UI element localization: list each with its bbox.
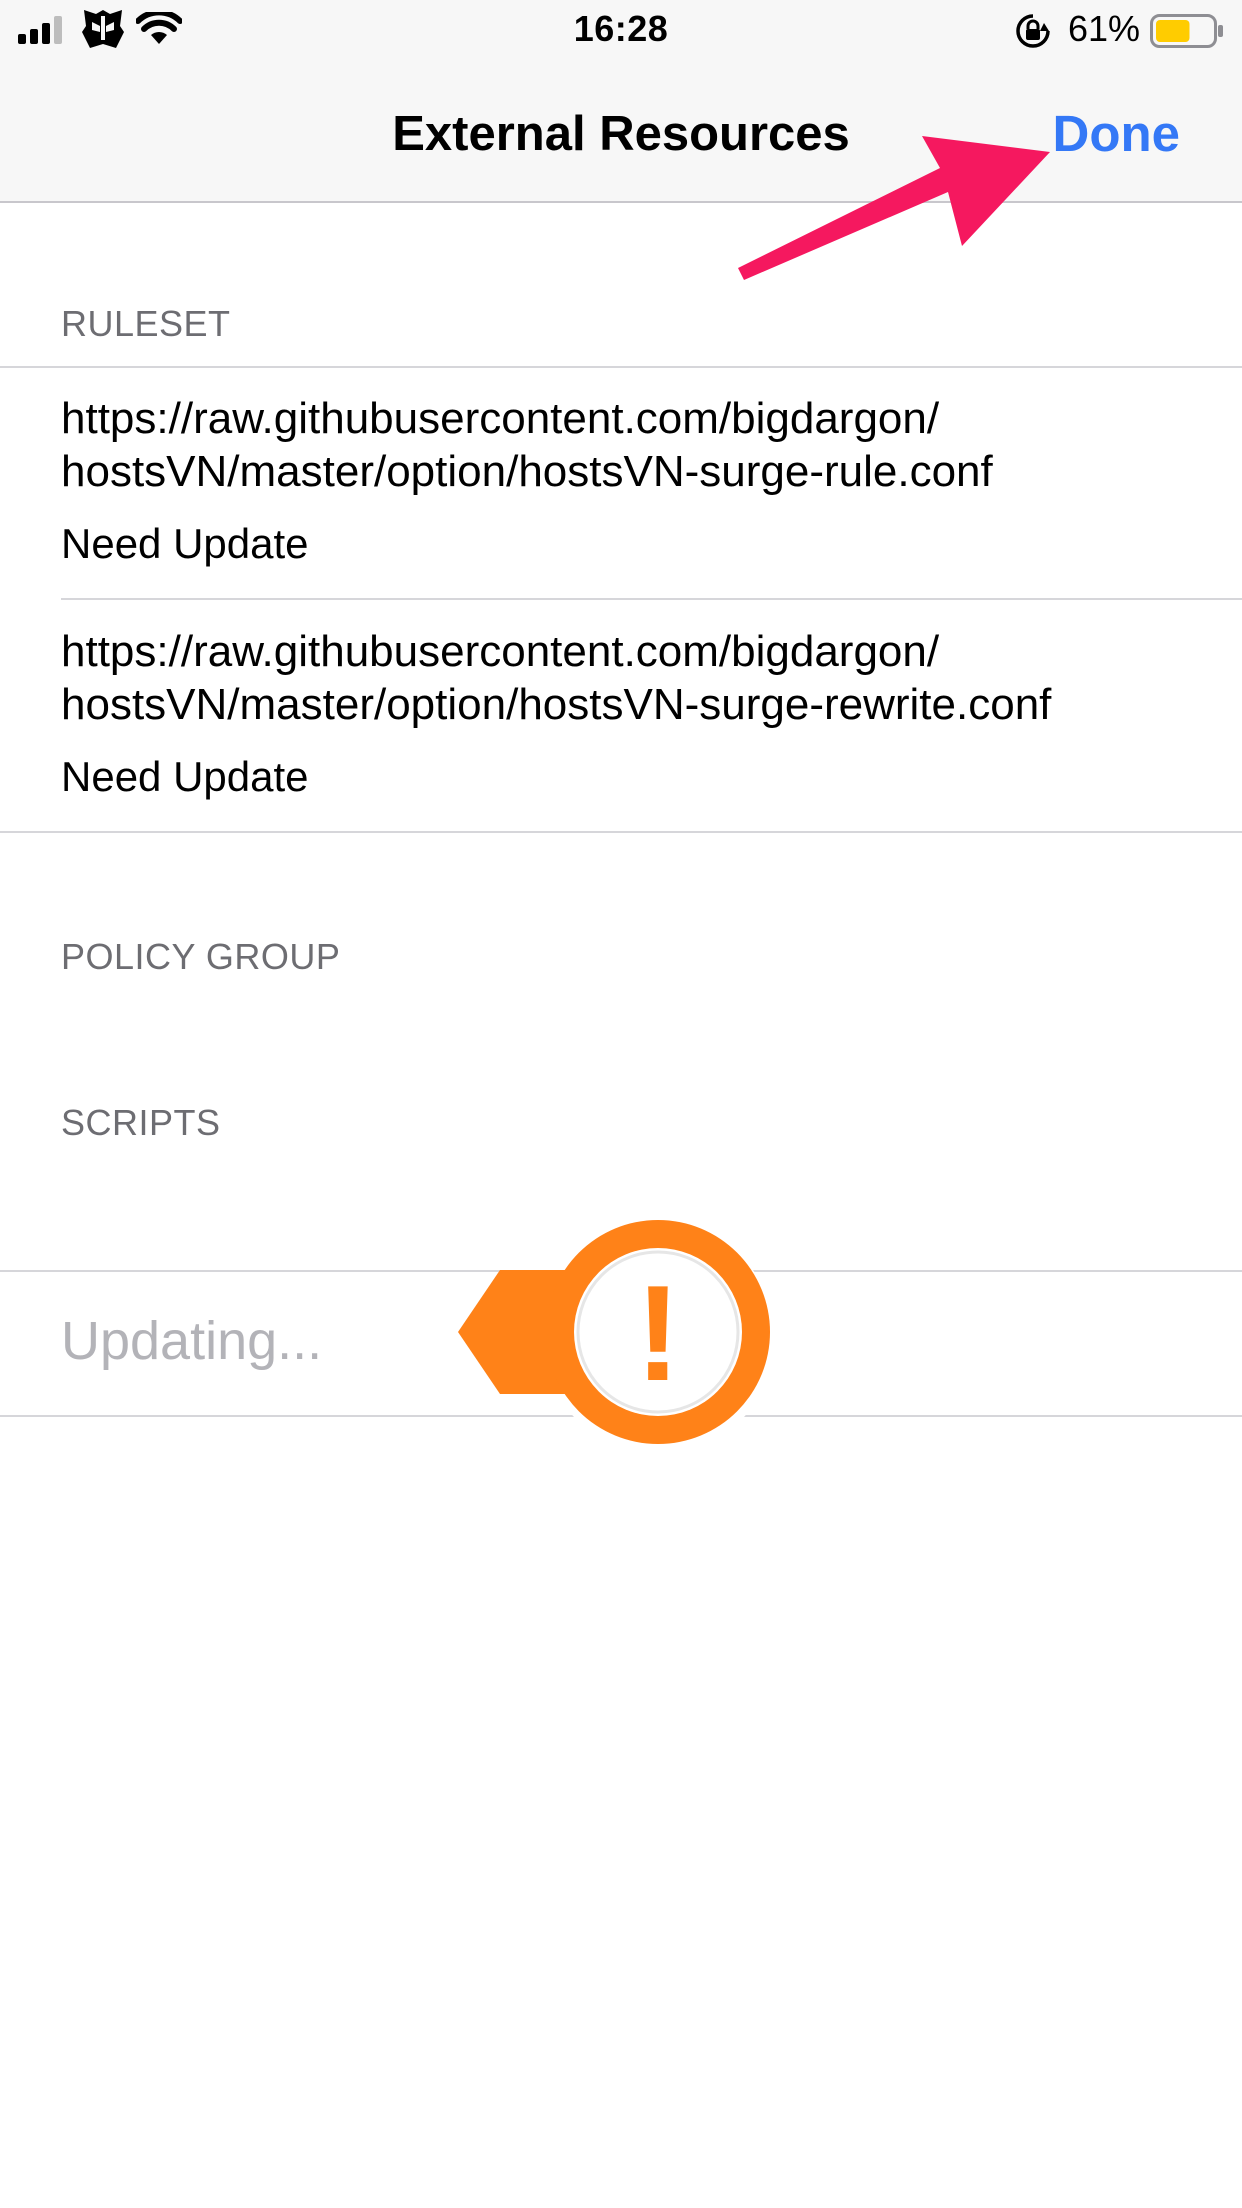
updating-label: Updating... (61, 1311, 323, 1371)
battery-icon (1150, 14, 1223, 48)
divider (0, 831, 1242, 833)
exclamation-icon: ! (452, 1220, 775, 1454)
exclamation-glyph: ! (635, 1257, 680, 1409)
status-bar: 16:28 61% (0, 0, 1242, 62)
ruleset-url-line: https://raw.githubusercontent.com/bigdar… (61, 627, 940, 676)
ruleset-url-line: https://raw.githubusercontent.com/bigdar… (61, 394, 940, 443)
divider (61, 598, 1242, 600)
scripts-header: SCRIPTS (61, 1102, 221, 1143)
ruleset-status: Need Update (61, 520, 309, 567)
pointer-arrow-icon (738, 136, 1050, 280)
ruleset-header: RULESET (61, 303, 231, 344)
ruleset-status: Need Update (61, 753, 309, 800)
ruleset-url-line: hostsVN/master/option/hostsVN-surge-rule… (61, 447, 993, 496)
policy-group-header: POLICY GROUP (61, 936, 341, 977)
ruleset-url-line: hostsVN/master/option/hostsVN-surge-rewr… (61, 680, 1052, 729)
battery-percent: 61% (1068, 8, 1141, 49)
rotation-lock-icon (1016, 14, 1050, 48)
divider (0, 366, 1242, 368)
status-time: 16:28 (573, 8, 669, 49)
